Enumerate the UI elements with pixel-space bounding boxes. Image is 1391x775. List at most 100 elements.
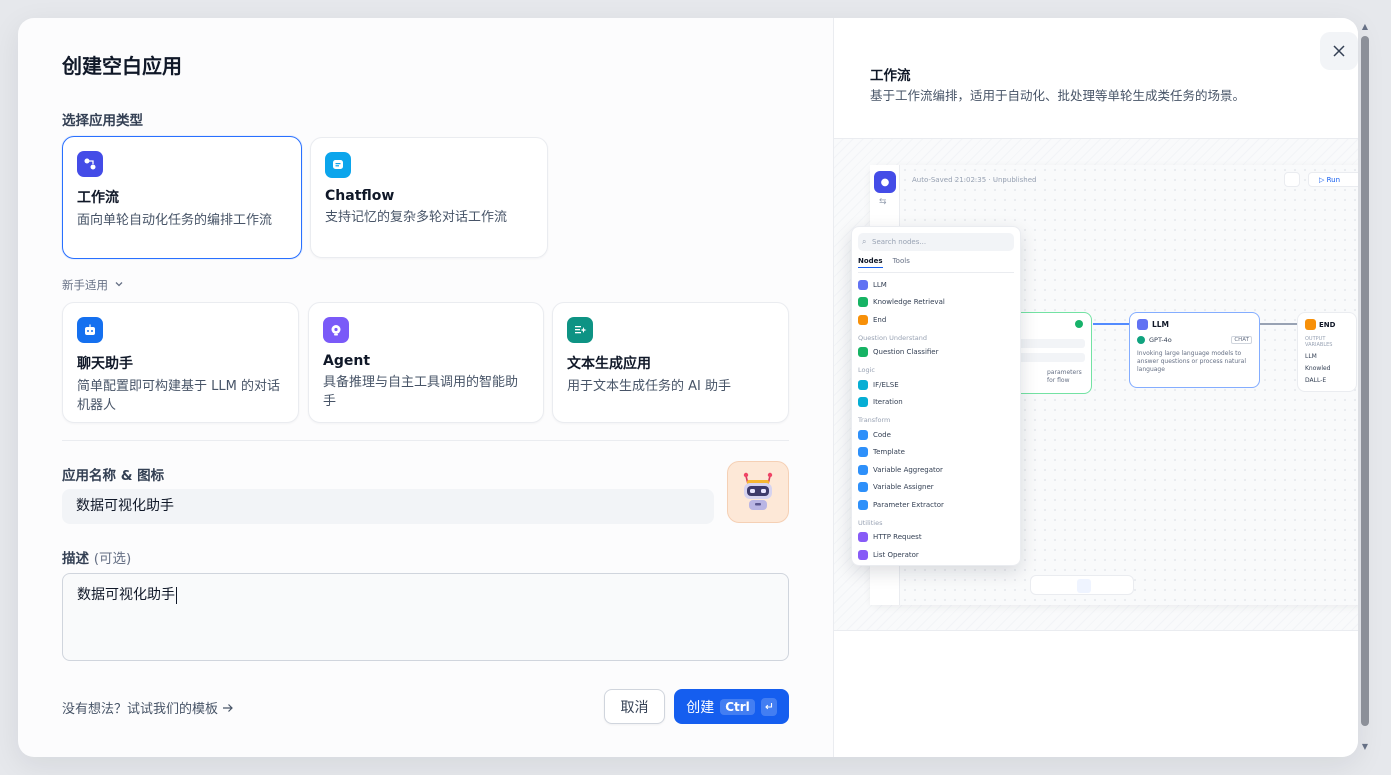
node-type-icon [858, 297, 868, 308]
agent-icon [323, 317, 349, 343]
node-item: Question Classifier [858, 344, 1014, 362]
llm-model: GPT-4o [1149, 336, 1172, 344]
text-generation-icon [567, 317, 593, 343]
app-name-label: 应用名称 & 图标 [62, 468, 165, 484]
app-type-chatbot[interactable]: 聊天助手 简单配置即可构建基于 LLM 的对话机器人 [62, 302, 299, 423]
create-button[interactable]: 创建 Ctrl [674, 689, 789, 724]
end-output-item: Knowled [1305, 365, 1331, 372]
search-placeholder: Search nodes... [872, 238, 927, 246]
app-type-chatflow[interactable]: Chatflow 支持记忆的复杂多轮对话工作流 [310, 137, 548, 258]
description-textarea[interactable]: 数据可视化助手 [62, 573, 789, 661]
tab-nodes: Nodes [858, 257, 883, 268]
node-group-label: Logic [858, 366, 875, 374]
node-group-label: Utilities [858, 518, 883, 527]
node-item: Variable Aggregator [858, 461, 1014, 479]
end-node: END OUTPUT VARIABLES LLM Knowled DALL-E [1297, 312, 1357, 392]
run-button: ▷ Run [1308, 172, 1358, 187]
node-item-label: HTTP Request [873, 533, 922, 542]
card-desc: 面向单轮自动化任务的编排工作流 [77, 213, 273, 228]
canvas-toolbar [1030, 575, 1134, 595]
preview-description: 基于工作流编排，适用于自动化、批处理等单轮生成类任务的场景。 [870, 88, 1246, 103]
node-type-icon [858, 532, 868, 543]
node-type-icon [858, 499, 868, 510]
chevron-down-icon [114, 278, 124, 292]
node-item-label: Question Classifier [873, 348, 939, 357]
card-desc: 用于文本生成任务的 AI 助手 [567, 379, 731, 394]
end-output-item: DALL-E [1305, 377, 1327, 384]
node-item-label: Parameter Extractor [873, 500, 944, 509]
app-icon-picker[interactable] [727, 461, 789, 523]
node-item: Template [858, 444, 1014, 462]
arrow-right-icon [222, 702, 234, 717]
llm-node-title: LLM [1152, 320, 1170, 329]
autosave-status: Auto-Saved 21:02:35 · Unpublished [912, 176, 1037, 184]
check-icon [1075, 320, 1083, 328]
workflow-icon [77, 151, 103, 177]
cancel-button[interactable]: 取消 [604, 689, 665, 724]
chat-badge: CHAT [1231, 336, 1252, 344]
card-desc: 简单配置即可构建基于 LLM 的对话机器人 [77, 379, 280, 413]
card-desc: 支持记忆的复杂多轮对话工作流 [325, 210, 508, 225]
node-item-label: IF/ELSE [873, 380, 899, 389]
openai-icon [1137, 336, 1145, 344]
template-link-text: 没有想法？试试我们的模板 [62, 702, 219, 717]
node-type-icon [858, 347, 868, 358]
create-app-dialog: 创建空白应用 选择应用类型 工作流 面向单轮自动化任务的编排工作流 Chatfl… [18, 18, 1358, 757]
tab-tools: Tools [892, 257, 910, 265]
node-type-icon [858, 549, 868, 560]
robot-logo-icon: ● [874, 171, 896, 193]
card-desc: 具备推理与自主工具调用的智能助手 [323, 375, 519, 409]
node-type-icon [858, 379, 868, 390]
create-label: 创建 [686, 699, 715, 716]
app-type-workflow[interactable]: 工作流 面向单轮自动化任务的编排工作流 [62, 136, 302, 259]
template-link[interactable]: 没有想法？试试我们的模板 [62, 698, 234, 717]
node-type-icon [858, 464, 868, 475]
node-item: End [858, 311, 1014, 329]
swap-icon: ⇆ [879, 197, 887, 207]
scroll-up-icon[interactable]: ▲ [1362, 22, 1368, 31]
run-label: Run [1326, 176, 1341, 184]
description-optional: (可选) [93, 551, 132, 567]
divider [62, 440, 789, 441]
layout-icon [1284, 172, 1300, 187]
node-search: ⌕ Search nodes... [858, 233, 1014, 251]
close-button[interactable] [1320, 32, 1358, 70]
node-item: Code [858, 426, 1014, 444]
llm-node-desc: Invoking large language models to answer… [1137, 350, 1246, 373]
node-item-label: LLM [873, 280, 887, 289]
node-type-icon [858, 429, 868, 440]
beginner-label: 新手适用 [62, 278, 108, 292]
card-title: 工作流 [77, 190, 119, 206]
node-item-label: Variable Aggregator [873, 465, 943, 474]
node-item: Knowledge Retrieval [858, 294, 1014, 312]
app-type-label: 选择应用类型 [62, 113, 143, 129]
node-group-label: Transform [858, 416, 891, 424]
app-name-input[interactable]: 数据可视化助手 [62, 489, 714, 524]
node-item: Variable Assigner [858, 479, 1014, 497]
start-node-text: parameters for flow [1047, 369, 1082, 384]
node-item: HTTP Request [858, 529, 1014, 547]
node-item: LLM [858, 276, 1014, 294]
scroll-down-icon[interactable]: ▼ [1362, 742, 1368, 751]
enter-key-icon [760, 697, 777, 716]
node-item: Parameter Extractor [858, 496, 1014, 514]
app-type-agent[interactable]: Agent 具备推理与自主工具调用的智能助手 [308, 302, 544, 423]
chatbot-icon [77, 317, 103, 343]
node-type-icon [858, 314, 868, 325]
node-list: LLM Knowledge Retrieval End Question Unders… [858, 276, 1014, 564]
node-type-icon [858, 397, 868, 408]
end-node-title: END [1319, 320, 1336, 329]
chatflow-icon [325, 152, 351, 178]
node-item-label: Knowledge Retrieval [873, 298, 945, 307]
scrollbar[interactable] [1361, 36, 1369, 726]
dialog-title: 创建空白应用 [62, 54, 182, 78]
description-text: 数据可视化助手 [77, 587, 175, 603]
text-caret [176, 586, 177, 604]
node-item-label: End [873, 315, 887, 324]
app-type-text-generation[interactable]: 文本生成应用 用于文本生成任务的 AI 助手 [552, 302, 789, 423]
node-item: Iteration [858, 394, 1014, 412]
node-type-icon [858, 482, 868, 493]
beginner-toggle[interactable]: 新手适用 [62, 277, 124, 293]
end-icon [1305, 319, 1316, 330]
node-picker-panel: ⌕ Search nodes... Nodes Tools LLM Knowled… [851, 226, 1021, 566]
